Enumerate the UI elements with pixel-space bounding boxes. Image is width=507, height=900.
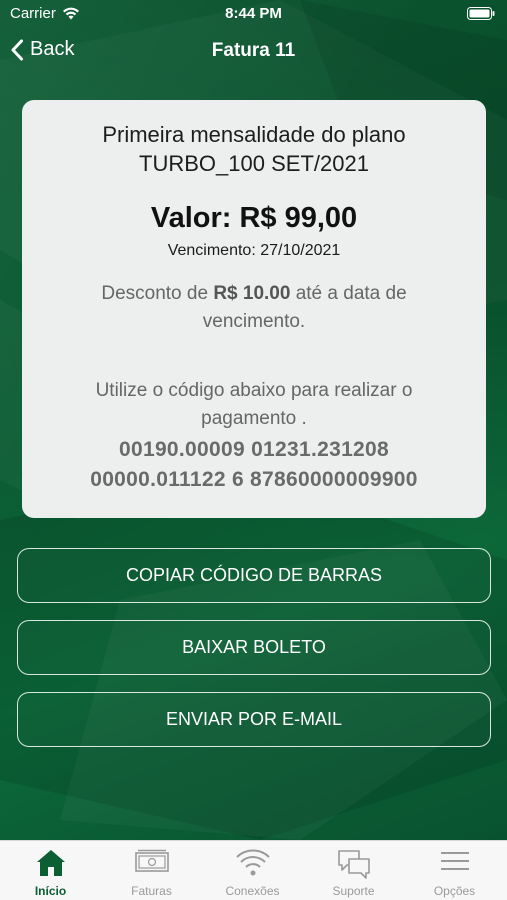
navigation-bar: Back Fatura 11: [0, 28, 507, 76]
invoice-description-line1: Primeira mensalidade do plano: [102, 122, 406, 147]
tab-label-opcoes: Opções: [433, 884, 476, 898]
barcode-line1: 00190.00009 01231.231208: [119, 438, 389, 461]
page-title: Fatura 11: [211, 40, 296, 61]
tab-opcoes[interactable]: Opções: [404, 841, 505, 900]
status-bar: Carrier 8:44 PM: [0, 0, 507, 28]
discount-prefix: Desconto de: [101, 283, 214, 304]
invoice-due-date: Vencimento: 27/10/2021: [167, 242, 341, 259]
home-icon: [36, 850, 65, 876]
invoice-card: Primeira mensalidade do plano TURBO_100 …: [22, 100, 486, 518]
status-time: 8:44 PM: [225, 5, 282, 22]
discount-amount: R$ 10.00: [213, 283, 291, 304]
tab-suporte[interactable]: Suporte: [303, 841, 404, 900]
tab-label-faturas: Faturas: [131, 884, 172, 898]
invoice-value: Valor: R$ 99,00: [150, 202, 358, 234]
invoice-icon: [134, 849, 169, 872]
tab-bar: Início Faturas Conexões Suporte Opções: [0, 840, 507, 900]
tab-inicio[interactable]: Início: [0, 841, 101, 900]
invoice-description: Primeira mensalidade do plano TURBO_100 …: [22, 120, 486, 178]
tab-label-inicio: Início: [34, 884, 67, 898]
tab-label-conexoes: Conexões: [225, 884, 280, 898]
tab-conexoes[interactable]: Conexões: [202, 841, 303, 900]
barcode-number: 00190.00009 01231.231208 00000.011122 6 …: [22, 435, 486, 495]
send-email-button[interactable]: ENVIAR POR E-MAIL: [17, 692, 491, 747]
discount-notice: Desconto de R$ 10.00 até a data de venci…: [62, 280, 446, 336]
copy-barcode-button[interactable]: COPIAR CÓDIGO DE BARRAS: [17, 548, 491, 603]
barcode-line2: 00000.011122 6 87860000009900: [90, 468, 418, 491]
invoice-description-line2: TURBO_100 SET/2021: [139, 151, 369, 176]
chat-icon: [337, 850, 370, 879]
battery-icon: [467, 7, 495, 24]
wifi-icon: [235, 849, 270, 876]
menu-icon: [440, 852, 469, 870]
tab-faturas[interactable]: Faturas: [101, 841, 202, 900]
download-slip-button[interactable]: BAIXAR BOLETO: [17, 620, 491, 675]
tab-label-suporte: Suporte: [332, 884, 375, 898]
payment-instruction: Utilize o código abaixo para realizar o …: [95, 380, 413, 429]
